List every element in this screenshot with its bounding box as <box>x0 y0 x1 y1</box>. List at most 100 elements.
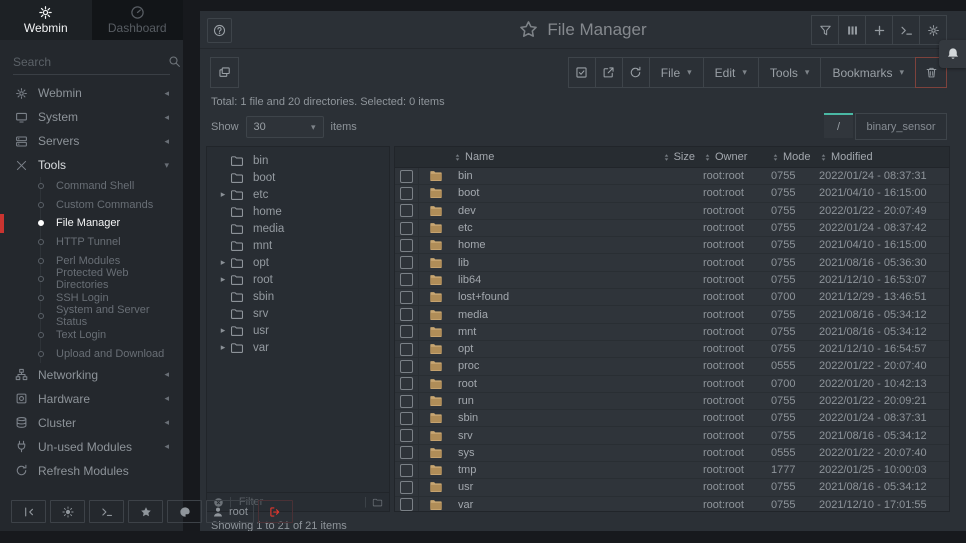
folder-icon[interactable] <box>372 497 383 508</box>
table-row[interactable]: devroot:root07552022/01/22 - 20:07:49 <box>395 203 949 220</box>
page-size-select[interactable]: 30 ▾ <box>246 116 324 138</box>
row-checkbox[interactable] <box>400 308 413 321</box>
file-menu-button[interactable]: File▾ <box>649 57 704 88</box>
tools-menu-button[interactable]: Tools▾ <box>758 57 822 88</box>
tree-item-boot[interactable]: boot <box>207 169 389 186</box>
table-row[interactable]: bootroot:root07552021/04/10 - 16:15:00 <box>395 185 949 202</box>
row-checkbox[interactable] <box>400 395 413 408</box>
sidebar-item-system[interactable]: System◂ <box>0 105 183 129</box>
row-checkbox[interactable] <box>400 256 413 269</box>
file-name[interactable]: mnt <box>453 326 615 338</box>
sidebar-item-hardware[interactable]: Hardware◂ <box>0 387 183 411</box>
tab-dashboard[interactable]: Dashboard <box>92 0 184 40</box>
file-name[interactable]: opt <box>453 343 615 355</box>
table-row[interactable]: etcroot:root07552022/01/24 - 08:37:42 <box>395 220 949 237</box>
edit-menu-button[interactable]: Edit▾ <box>703 57 759 88</box>
sidebar-item-networking[interactable]: Networking◂ <box>0 363 183 387</box>
notifications-tab[interactable] <box>939 40 966 68</box>
row-checkbox[interactable] <box>400 446 413 459</box>
help-button[interactable] <box>207 18 232 43</box>
search-icon[interactable] <box>168 55 181 68</box>
table-row[interactable]: mediaroot:root07552021/08/16 - 05:34:12 <box>395 306 949 323</box>
tree-item-opt[interactable]: ▸opt <box>207 254 389 271</box>
tree-item-home[interactable]: home <box>207 203 389 220</box>
row-checkbox[interactable] <box>400 291 413 304</box>
tree-item-sbin[interactable]: sbin <box>207 288 389 305</box>
row-checkbox[interactable] <box>400 170 413 183</box>
sidebar-item-servers[interactable]: Servers◂ <box>0 129 183 153</box>
search-input[interactable] <box>13 55 168 69</box>
logout-button[interactable] <box>258 500 293 523</box>
table-row[interactable]: sysroot:root05552022/01/22 - 20:07:40 <box>395 445 949 462</box>
table-row[interactable]: lost+foundroot:root07002021/12/29 - 13:4… <box>395 289 949 306</box>
file-name[interactable]: boot <box>453 187 615 199</box>
row-checkbox[interactable] <box>400 273 413 286</box>
tab-webmin[interactable]: Webmin <box>0 0 92 40</box>
tree-item-media[interactable]: media <box>207 220 389 237</box>
table-row[interactable]: tmproot:root17772022/01/25 - 10:00:03 <box>395 462 949 479</box>
table-row[interactable]: rootroot:root07002022/01/20 - 10:42:13 <box>395 376 949 393</box>
row-checkbox[interactable] <box>400 498 413 511</box>
tree-item-usr[interactable]: ▸usr <box>207 322 389 339</box>
file-name[interactable]: home <box>453 239 615 251</box>
user-button[interactable]: root <box>206 500 254 523</box>
sidebar-item-refresh-modules[interactable]: Refresh Modules <box>0 459 183 483</box>
file-name[interactable]: sbin <box>453 412 615 424</box>
clone-window-button[interactable] <box>210 57 239 88</box>
select-all-button[interactable] <box>568 57 596 88</box>
table-row[interactable]: varroot:root07552021/12/10 - 17:01:55 <box>395 497 949 512</box>
row-checkbox[interactable] <box>400 222 413 235</box>
filter-button[interactable] <box>811 15 839 45</box>
table-row[interactable]: libroot:root07552021/08/16 - 05:36:30 <box>395 254 949 271</box>
row-checkbox[interactable] <box>400 343 413 356</box>
file-name[interactable]: usr <box>453 481 615 493</box>
file-name[interactable]: media <box>453 309 615 321</box>
export-button[interactable] <box>595 57 623 88</box>
favorites-button[interactable] <box>128 500 163 523</box>
add-button[interactable] <box>865 15 893 45</box>
expand-caret-icon[interactable]: ▸ <box>216 257 230 268</box>
column-header-size[interactable]: Size <box>615 151 703 163</box>
column-header-owner[interactable]: Owner <box>703 151 771 163</box>
table-row[interactable]: runroot:root07552022/01/22 - 20:09:21 <box>395 393 949 410</box>
row-checkbox[interactable] <box>400 481 413 494</box>
sidebar-item-text-login[interactable]: Text Login <box>0 326 183 345</box>
table-row[interactable]: usrroot:root07552021/08/16 - 05:34:12 <box>395 479 949 496</box>
row-checkbox[interactable] <box>400 464 413 477</box>
tree-item-var[interactable]: ▸var <box>207 339 389 356</box>
file-name[interactable]: etc <box>453 222 615 234</box>
row-checkbox[interactable] <box>400 204 413 217</box>
table-row[interactable]: binroot:root07552022/01/24 - 08:37:31 <box>395 168 949 185</box>
table-row[interactable]: procroot:root05552022/01/22 - 20:07:40 <box>395 358 949 375</box>
breadcrumb-root[interactable]: / <box>824 113 853 138</box>
sidebar-item-un-used-modules[interactable]: Un-used Modules◂ <box>0 435 183 459</box>
table-row[interactable]: optroot:root07552021/12/10 - 16:54:57 <box>395 341 949 358</box>
file-name[interactable]: lib <box>453 257 615 269</box>
sidebar-item-webmin[interactable]: Webmin◂ <box>0 81 183 105</box>
file-name[interactable]: srv <box>453 430 615 442</box>
columns-button[interactable] <box>838 15 866 45</box>
terminal-button[interactable] <box>89 500 124 523</box>
row-checkbox[interactable] <box>400 377 413 390</box>
file-name[interactable]: bin <box>453 170 615 182</box>
sidebar-item-custom-commands[interactable]: Custom Commands <box>0 196 183 215</box>
tree-item-mnt[interactable]: mnt <box>207 237 389 254</box>
sidebar-item-system-and-server-status[interactable]: System and Server Status <box>0 307 183 326</box>
expand-caret-icon[interactable]: ▸ <box>216 274 230 285</box>
row-checkbox[interactable] <box>400 239 413 252</box>
column-header-name[interactable]: Name <box>453 151 615 163</box>
favorite-star-icon[interactable] <box>519 20 538 39</box>
table-row[interactable]: lib64root:root07552021/12/10 - 16:53:07 <box>395 272 949 289</box>
file-name[interactable]: tmp <box>453 464 615 476</box>
collapse-sidebar-button[interactable] <box>11 500 46 523</box>
table-row[interactable]: homeroot:root07552021/04/10 - 16:15:00 <box>395 237 949 254</box>
file-name[interactable]: lost+found <box>453 291 615 303</box>
file-name[interactable]: lib64 <box>453 274 615 286</box>
theme-toggle-button[interactable] <box>50 500 85 523</box>
row-checkbox[interactable] <box>400 360 413 373</box>
sidebar-item-cluster[interactable]: Cluster◂ <box>0 411 183 435</box>
refresh-button[interactable] <box>622 57 650 88</box>
file-name[interactable]: var <box>453 499 615 511</box>
tree-item-etc[interactable]: ▸etc <box>207 186 389 203</box>
palette-button[interactable] <box>167 500 202 523</box>
